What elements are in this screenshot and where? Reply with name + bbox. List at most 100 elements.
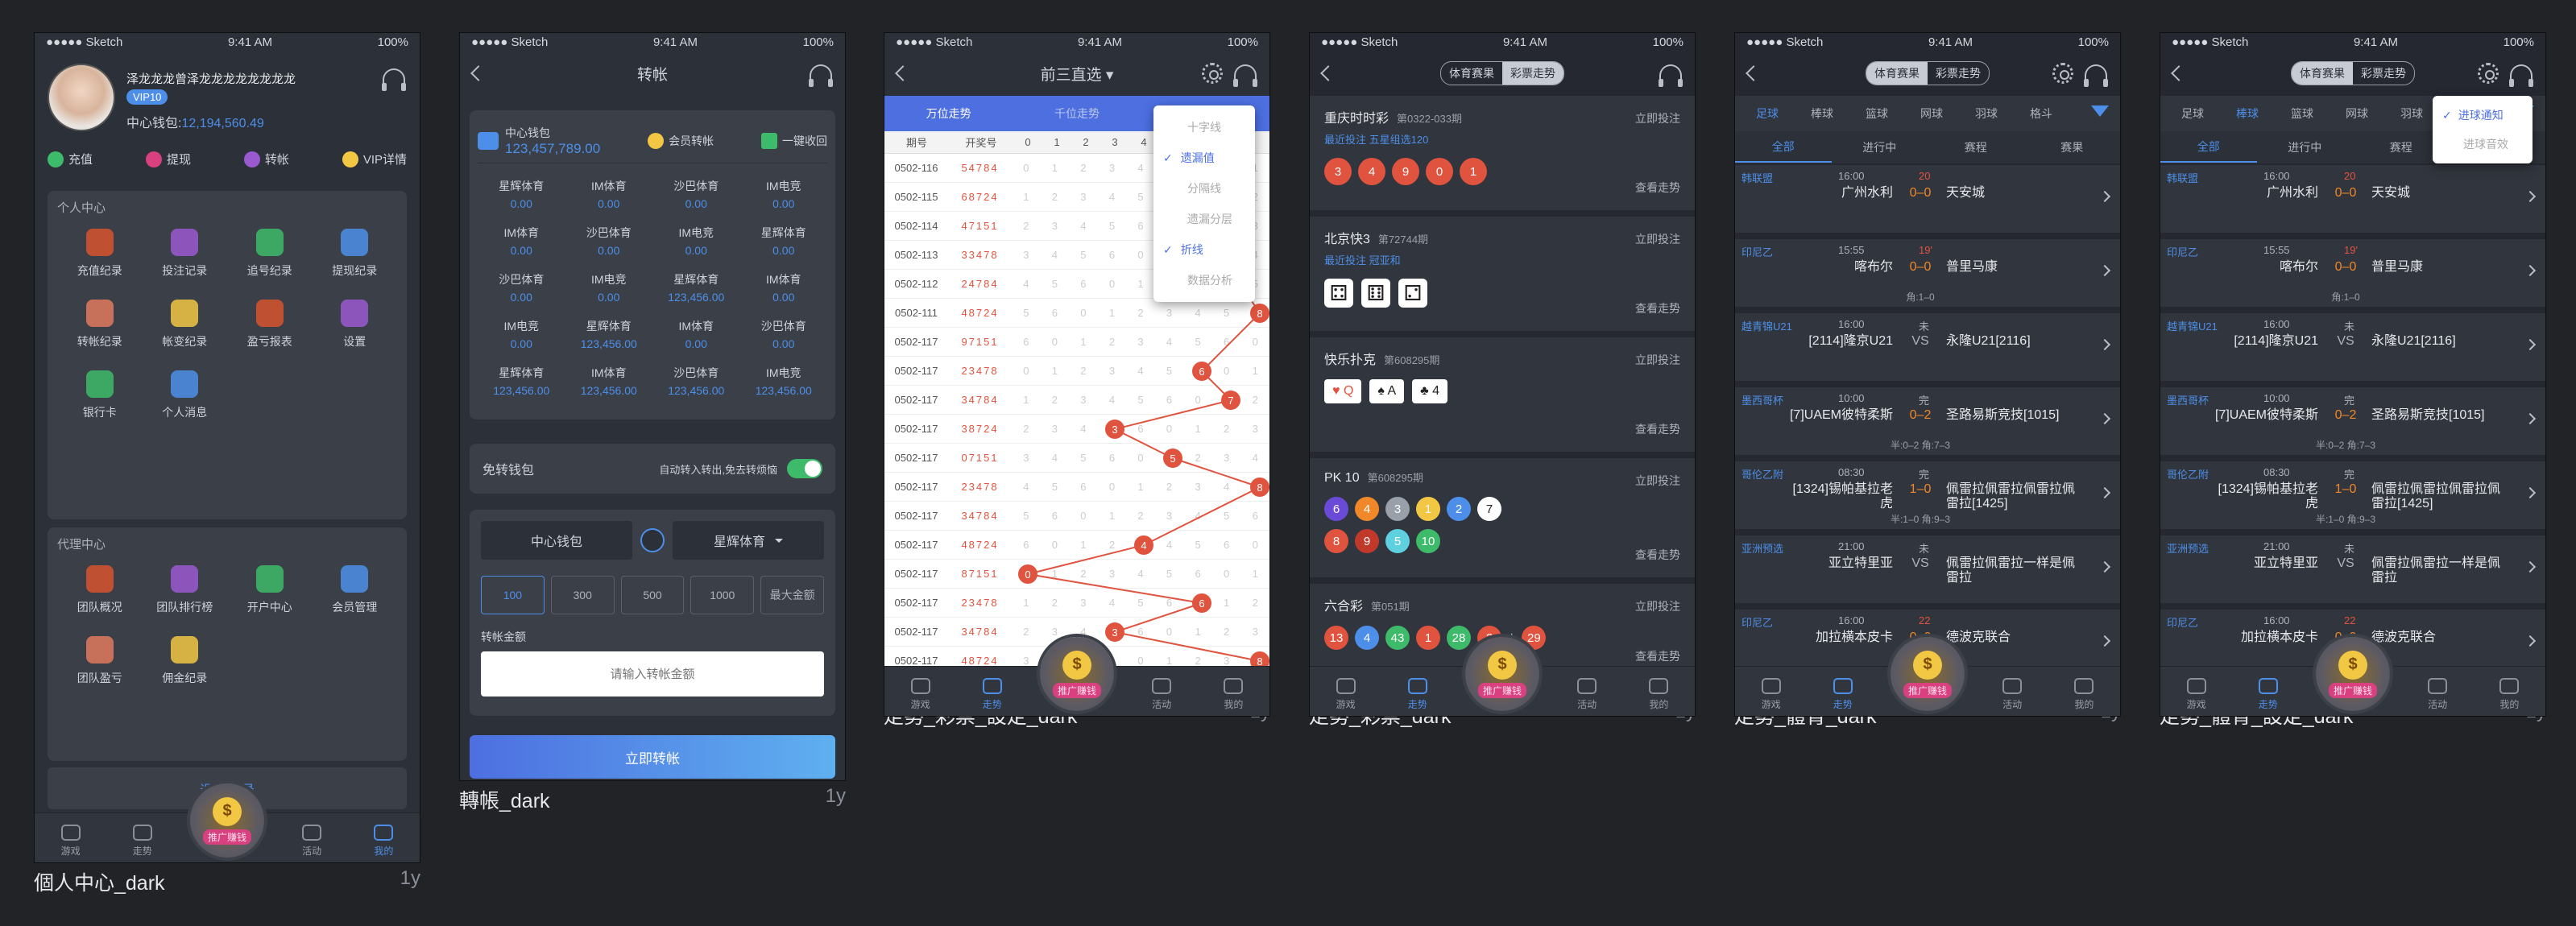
platform-balance[interactable]: IM电竞 0.00 [740, 178, 828, 210]
headset-icon[interactable] [382, 68, 406, 91]
agent-item[interactable]: 会员管理 [313, 565, 398, 615]
agent-item[interactable]: 团队盈亏 [57, 636, 143, 686]
tab-mine[interactable]: 我的 [359, 825, 408, 858]
platform-balance[interactable]: 星辉体育 0.00 [478, 178, 565, 210]
personal-item[interactable]: 银行卡 [57, 370, 143, 420]
platform-balance[interactable]: IM体育 0.00 [565, 178, 653, 210]
to-wallet-select[interactable]: 星辉体育 [673, 521, 824, 560]
platform-balance[interactable]: 星辉体育 123,456.00 [478, 365, 565, 397]
tab-mine[interactable]: 我的 [1209, 678, 1257, 711]
bet-now-link[interactable]: 立即投注 [1635, 598, 1680, 614]
collect-button[interactable]: 一键收回 [760, 132, 827, 149]
amount-input[interactable] [481, 651, 824, 697]
recent-bet[interactable]: 最近投注 五星组选120 [1324, 131, 1680, 147]
filter-icon[interactable] [2091, 105, 2109, 126]
headset-icon[interactable] [809, 64, 833, 87]
promo-button[interactable]: $ 推广赚钱 [1891, 637, 1965, 711]
sport-tab[interactable]: 篮球 [2275, 105, 2330, 122]
match-row[interactable]: 亚洲预选 21:00 未亚立特里亚 VS 佩雷拉佩雷拉一样是佩雷拉 [2160, 535, 2545, 603]
settings-menu-item[interactable]: 进球音效 [2433, 130, 2533, 159]
tab-activity[interactable]: 活动 [2413, 678, 2462, 711]
bet-now-link[interactable]: 立即投注 [1635, 231, 1680, 247]
settings-menu-item[interactable]: 遗漏分层 [1153, 204, 1255, 234]
promo-button[interactable]: $ 推广赚钱 [1465, 637, 1539, 711]
sport-tab[interactable]: 格斗 [2014, 105, 2069, 122]
settings-menu-item[interactable]: 分隔线 [1153, 173, 1255, 204]
match-row[interactable]: 韩联盟 16:00 20 广州水利 0–0 天安城 [1735, 165, 2120, 233]
free-wallet-toggle[interactable] [787, 459, 822, 478]
status-tab[interactable]: 赛程 [1928, 139, 2024, 155]
settings-menu-item[interactable]: ✓ 遗漏值 [1153, 143, 1255, 173]
match-row[interactable]: 越青锦U21 16:00 未 [2114]隆京U21 VS 永隆U21[2116] [1735, 313, 2120, 381]
back-icon[interactable] [2171, 65, 2187, 81]
gear-icon[interactable] [2478, 63, 2499, 84]
view-trend-link[interactable]: 查看走势 [1635, 547, 1680, 563]
tab-games[interactable]: 游戏 [1747, 678, 1795, 711]
gear-icon[interactable] [2052, 63, 2073, 84]
platform-balance[interactable]: IM电竞 0.00 [652, 225, 740, 257]
agent-item[interactable]: 开户中心 [227, 565, 313, 615]
amount-chip[interactable]: 300 [550, 576, 615, 614]
arrow-right-icon[interactable] [640, 528, 665, 552]
back-icon[interactable] [470, 65, 487, 81]
settings-menu-item[interactable]: ✓ 折线 [1153, 234, 1255, 265]
match-row[interactable]: 墨西哥杯 10:00 完 [7]UAEM彼特柔斯 0–2 圣路易斯竞技[1015] 半:0–… [2160, 387, 2545, 455]
platform-balance[interactable]: IM体育 123,456.00 [565, 365, 653, 397]
tab-activity[interactable]: 活动 [1988, 678, 2036, 711]
lottery-trend-tab[interactable]: 彩票走势 [1502, 62, 1563, 85]
personal-item[interactable]: 提现纪录 [313, 229, 398, 279]
view-trend-link[interactable]: 查看走势 [1635, 180, 1680, 196]
headset-icon[interactable] [1659, 64, 1683, 87]
bet-now-link[interactable]: 立即投注 [1635, 110, 1680, 126]
platform-balance[interactable]: IM体育 0.00 [652, 318, 740, 350]
status-tab[interactable]: 赛果 [2024, 139, 2121, 155]
sports-results-tab[interactable]: 体育赛果 [1866, 62, 1928, 85]
avatar[interactable] [48, 64, 115, 131]
lottery-trend-tab[interactable]: 彩票走势 [1928, 62, 1989, 85]
transfer-button[interactable]: 转帐 [243, 151, 289, 167]
tab-activity[interactable]: 活动 [1137, 678, 1186, 711]
recharge-button[interactable]: 充值 [48, 151, 93, 167]
match-row[interactable]: 印尼乙 15:55 19' 喀布尔 0–0 普里马康 角:1–0 [2160, 239, 2545, 307]
platform-balance[interactable]: 沙巴体育 123,456.00 [652, 365, 740, 397]
amount-chip[interactable]: 500 [620, 576, 685, 614]
platform-balance[interactable]: IM电竞 0.00 [565, 271, 653, 304]
amount-chip[interactable]: 100 [481, 576, 545, 614]
sport-tab[interactable]: 网球 [2330, 105, 2384, 122]
view-trend-link[interactable]: 查看走势 [1635, 300, 1680, 316]
platform-balance[interactable]: IM体育 0.00 [740, 271, 828, 304]
personal-item[interactable]: 充值纪录 [57, 229, 143, 279]
platform-balance[interactable]: 沙巴体育 0.00 [740, 318, 828, 350]
sport-tab[interactable]: 篮球 [1849, 105, 1904, 122]
status-tab[interactable]: 进行中 [1832, 139, 1928, 155]
vip-detail-button[interactable]: VIP详情 [342, 151, 407, 167]
tab-games[interactable]: 游戏 [2172, 678, 2221, 711]
match-row[interactable]: 越青锦U21 16:00 未 [2114]隆京U21 VS 永隆U21[2116] [2160, 313, 2545, 381]
personal-item[interactable]: 帐变纪录 [143, 300, 228, 349]
view-trend-link[interactable]: 查看走势 [1635, 648, 1680, 664]
sport-tab[interactable]: 足球 [1740, 105, 1795, 122]
tab-mine[interactable]: 我的 [2485, 678, 2533, 711]
promo-button[interactable]: $ 推广赚钱 [1040, 637, 1114, 711]
sport-tab[interactable]: 羽球 [2384, 105, 2439, 122]
caption-title[interactable]: 個人中心_dark [34, 867, 165, 896]
tab-trend[interactable]: 走势 [2244, 678, 2292, 711]
settings-menu-item[interactable]: 十字线 [1153, 112, 1255, 143]
bet-now-link[interactable]: 立即投注 [1635, 473, 1680, 489]
bet-now-link[interactable]: 立即投注 [1635, 352, 1680, 368]
platform-balance[interactable]: IM电竞 0.00 [478, 318, 565, 350]
amount-chip[interactable]: 1000 [690, 576, 755, 614]
status-tab[interactable]: 全部 [2160, 132, 2257, 163]
from-wallet[interactable]: 中心钱包 [481, 521, 632, 560]
agent-item[interactable]: 佣金纪录 [143, 636, 228, 686]
match-row[interactable]: 哥伦乙附 08:30 完 [1324]锡帕基拉老虎 1–0 佩雷拉佩雷拉佩雷拉佩雷拉[14… [1735, 461, 2120, 529]
headset-icon[interactable] [1233, 64, 1257, 87]
status-tab[interactable]: 进行中 [2257, 139, 2354, 155]
promo-button[interactable]: $ 推广赚钱 [190, 783, 264, 858]
match-row[interactable]: 印尼乙 15:55 19' 喀布尔 0–0 普里马康 角:1–0 [1735, 239, 2120, 307]
settings-menu-item[interactable]: ✓ 进球通知 [2433, 101, 2533, 130]
recent-bet[interactable]: 最近投注 冠亚和 [1324, 252, 1680, 267]
amount-chip[interactable]: 最大金额 [760, 576, 824, 614]
tab-games[interactable]: 游戏 [1322, 678, 1370, 711]
platform-balance[interactable]: 星辉体育 123,456.00 [652, 271, 740, 304]
